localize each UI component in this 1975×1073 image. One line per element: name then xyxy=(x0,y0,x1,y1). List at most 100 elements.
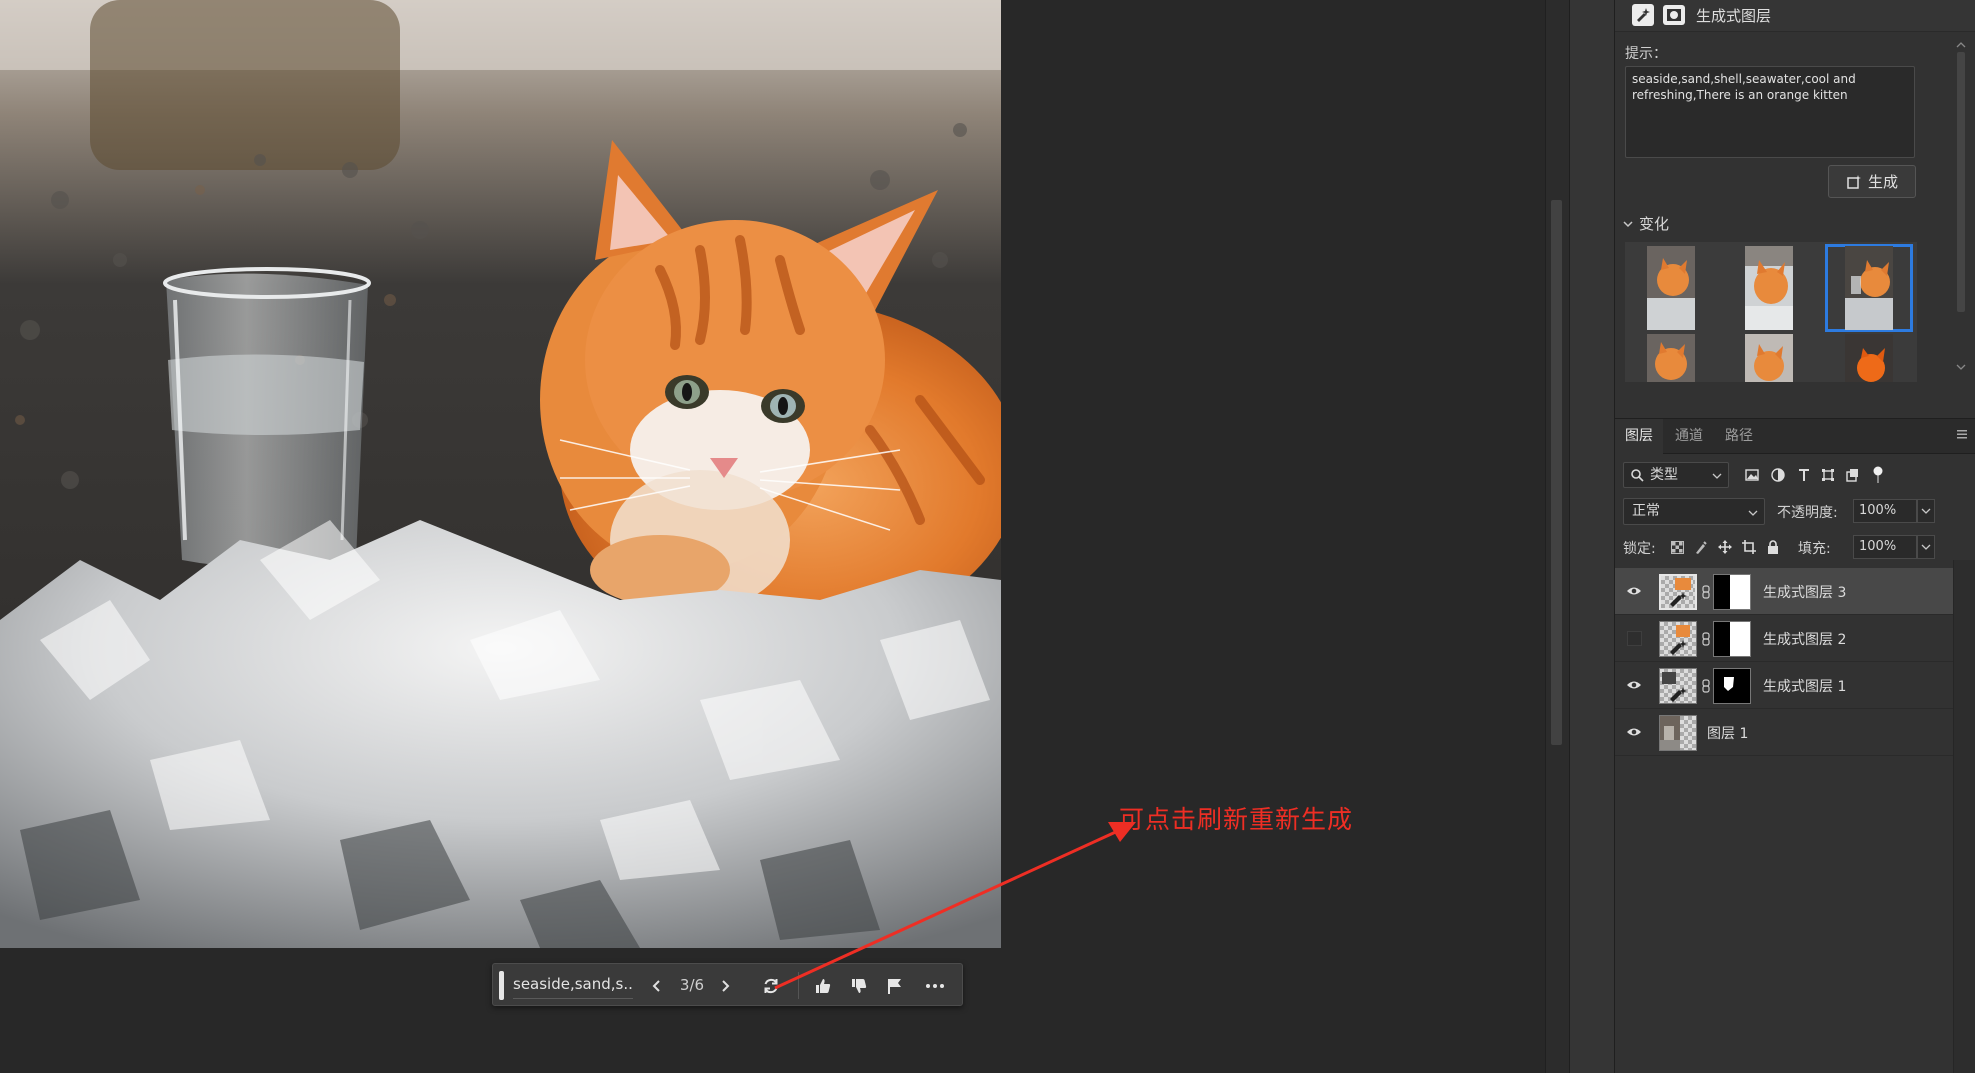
chevron-down-icon xyxy=(1748,510,1758,516)
layers-panel-tabs: 图层 通道 路径 xyxy=(1615,418,1975,454)
layer-filter-row: 类型 xyxy=(1623,462,1973,490)
lock-transparent-icon[interactable] xyxy=(1669,539,1685,555)
lock-artboard-icon[interactable] xyxy=(1741,539,1757,555)
variation-thumb-selected[interactable] xyxy=(1825,244,1913,332)
properties-title: 生成式图层 xyxy=(1696,7,1772,25)
chevron-down-icon xyxy=(1956,364,1966,370)
generate-button[interactable]: 生成 xyxy=(1828,165,1916,198)
layer-row[interactable]: 生成式图层 1 xyxy=(1615,662,1953,709)
layer-thumbnail[interactable] xyxy=(1659,621,1697,657)
layers-empty-area[interactable] xyxy=(1615,758,1953,1073)
filter-smart-object-icon[interactable] xyxy=(1843,466,1861,484)
layer-mask-thumbnail[interactable] xyxy=(1713,574,1751,610)
report-button[interactable] xyxy=(881,972,909,999)
layer-mask-thumbnail[interactable] xyxy=(1713,621,1751,657)
next-variation-button[interactable] xyxy=(711,972,739,999)
layers-list: 生成式图层 3 生成式图层 2 生成式图层 1 图层 1 xyxy=(1615,568,1975,758)
lock-all-icon[interactable] xyxy=(1765,539,1781,555)
document-scrollbar[interactable] xyxy=(1545,0,1569,1073)
panel-menu-icon[interactable] xyxy=(1955,427,1969,441)
layer-name[interactable]: 图层 1 xyxy=(1707,723,1748,743)
variation-thumb[interactable] xyxy=(1725,332,1813,382)
fill-dropdown[interactable] xyxy=(1917,535,1935,559)
scrollbar-thumb[interactable] xyxy=(1551,200,1562,745)
filter-kind-label: 类型 xyxy=(1650,467,1678,483)
lock-position-icon[interactable] xyxy=(1717,539,1733,555)
layer-mask-thumbnail[interactable] xyxy=(1713,668,1751,704)
layer-thumbnail[interactable] xyxy=(1659,668,1697,704)
layers-scrollbar[interactable] xyxy=(1953,560,1975,1073)
opacity-dropdown[interactable] xyxy=(1917,499,1935,523)
visibility-eye-icon[interactable] xyxy=(1625,582,1643,600)
layer-row[interactable]: 生成式图层 3 xyxy=(1615,568,1953,615)
filter-pixel-icon[interactable] xyxy=(1743,466,1761,484)
blend-mode-value: 正常 xyxy=(1632,503,1660,519)
layer-name[interactable]: 生成式图层 3 xyxy=(1763,582,1846,602)
opacity-label: 不透明度: xyxy=(1777,505,1838,521)
variations-grid xyxy=(1625,242,1917,382)
link-icon[interactable] xyxy=(1701,585,1711,599)
more-icon xyxy=(926,983,944,988)
layer-thumbnail[interactable] xyxy=(1659,715,1697,751)
tab-layers[interactable]: 图层 xyxy=(1615,419,1663,454)
contextual-task-bar: seaside,sand,s... 3/6 xyxy=(492,963,963,1006)
tab-channels[interactable]: 通道 xyxy=(1665,419,1713,454)
scrollbar-thumb[interactable] xyxy=(1957,52,1965,312)
previous-variation-button[interactable] xyxy=(643,972,671,999)
prompt-input[interactable]: seaside,sand,shell,seawater,cool and ref… xyxy=(1625,66,1915,158)
prompt-label: 提示： xyxy=(1625,46,1667,62)
generative-layer-icon[interactable] xyxy=(1632,4,1654,26)
prompt-field[interactable]: seaside,sand,s... xyxy=(513,972,633,999)
thumbs-up-icon xyxy=(816,978,831,993)
canvas-area[interactable]: seaside,sand,s... 3/6 可点击刷新重新生成 xyxy=(0,0,1545,1073)
layer-name[interactable]: 生成式图层 1 xyxy=(1763,676,1846,696)
variation-thumb[interactable] xyxy=(1627,332,1715,382)
mask-icon[interactable] xyxy=(1663,5,1685,25)
annotation-text: 可点击刷新重新生成 xyxy=(1119,805,1354,834)
layer-row[interactable]: 生成式图层 2 xyxy=(1615,615,1953,662)
chevron-down-icon xyxy=(1921,544,1931,550)
lock-row: 锁定: 填充: 100% xyxy=(1623,534,1973,562)
visibility-eye-icon[interactable] xyxy=(1625,723,1643,741)
more-options-button[interactable] xyxy=(921,972,949,999)
fill-input[interactable]: 100% xyxy=(1853,535,1917,559)
thumbs-down-button[interactable] xyxy=(845,972,873,999)
tab-paths[interactable]: 路径 xyxy=(1715,419,1763,454)
variation-thumb[interactable] xyxy=(1825,332,1913,382)
photoshop-window: seaside,sand,s... 3/6 可点击刷新重新生成 生成式图层 提示… xyxy=(0,0,1975,1073)
filter-kind-select[interactable]: 类型 xyxy=(1623,462,1729,488)
blend-mode-select[interactable]: 正常 xyxy=(1623,498,1765,525)
properties-scrollbar[interactable] xyxy=(1954,40,1968,380)
refresh-button[interactable] xyxy=(757,972,785,999)
layer-name[interactable]: 生成式图层 2 xyxy=(1763,629,1846,649)
chevron-right-icon xyxy=(722,979,730,992)
link-icon[interactable] xyxy=(1701,632,1711,646)
variation-thumb[interactable] xyxy=(1627,244,1715,332)
variations-label: 变化 xyxy=(1639,215,1670,233)
right-panel-area: 生成式图层 提示： seaside,sand,shell,seawater,co… xyxy=(1615,0,1975,1073)
variations-header[interactable]: 变化 xyxy=(1623,213,1669,234)
filter-shape-icon[interactable] xyxy=(1819,466,1837,484)
lock-pixels-icon[interactable] xyxy=(1693,539,1709,555)
layer-thumbnail[interactable] xyxy=(1659,574,1697,610)
blend-row: 正常 不透明度: 100% xyxy=(1623,498,1973,526)
fill-label: 填充: xyxy=(1798,541,1831,557)
glass-shape xyxy=(163,267,371,568)
layer-row[interactable]: 图层 1 xyxy=(1615,709,1953,756)
filter-toggle-icon[interactable] xyxy=(1869,466,1887,484)
link-icon[interactable] xyxy=(1701,679,1711,693)
kitten-image xyxy=(0,0,1001,948)
variation-thumb[interactable] xyxy=(1725,244,1813,332)
chevron-down-icon xyxy=(1623,220,1633,227)
filter-adjustment-icon[interactable] xyxy=(1769,466,1787,484)
document-image[interactable] xyxy=(0,0,1001,948)
filter-type-icon[interactable] xyxy=(1795,466,1813,484)
generate-label: 生成 xyxy=(1867,173,1898,191)
lock-label: 锁定: xyxy=(1623,541,1656,557)
visibility-toggle-off[interactable] xyxy=(1627,631,1642,646)
drag-handle[interactable] xyxy=(499,971,504,1000)
visibility-eye-icon[interactable] xyxy=(1625,676,1643,694)
chevron-up-icon xyxy=(1956,42,1966,48)
opacity-input[interactable]: 100% xyxy=(1853,499,1917,523)
thumbs-up-button[interactable] xyxy=(809,972,837,999)
